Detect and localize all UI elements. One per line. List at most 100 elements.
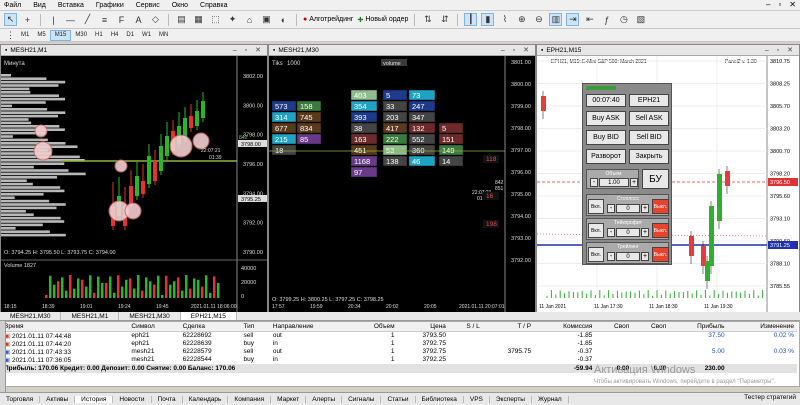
tab-1[interactable]: Активы [40,395,76,403]
zoom-out-icon[interactable]: ⊖ [532,13,545,26]
tab-5[interactable]: Календарь [183,395,229,403]
strategy-icon[interactable]: ◐ [277,13,290,26]
volume-minus-button[interactable]: - [590,178,598,187]
text-icon[interactable]: A [132,13,145,26]
toolbox-side-tab[interactable] [0,321,6,392]
chart-shift-icon[interactable]: ⇤ [583,13,596,26]
terminal-icon[interactable]: ▣ [260,13,273,26]
takeprofit-on-button[interactable]: Вкл. [588,223,604,238]
timeframe-m30[interactable]: M30 [71,30,91,41]
menu-item-4[interactable]: Сервис [136,2,160,9]
timeframe-h4[interactable]: H4 [107,30,123,41]
trailing-off-button[interactable]: Выкл. [652,247,669,262]
tab-4[interactable]: Почта [152,395,183,403]
stoploss-plus-button[interactable]: + [641,204,649,213]
depth-icon[interactable]: ⇅ [421,13,434,26]
candle-chart-icon[interactable]: ▮ [481,13,495,26]
trailing-input[interactable]: 0 [616,252,640,261]
maximize-icon[interactable]: ▫ [778,0,781,9]
bar-chart-icon[interactable]: ┃ [464,13,478,26]
column-header-5[interactable]: Объем [351,322,398,332]
fibo-icon[interactable]: F [115,13,128,26]
column-header-8[interactable]: T / P [482,322,535,332]
menu-item-3[interactable]: Графики [96,2,124,9]
profiles-icon[interactable]: ⬚ [209,13,222,26]
window-buttons[interactable]: – ▫ ✕ [233,46,264,54]
close-icon[interactable]: ✕ [789,0,796,9]
column-header-10[interactable]: Своп [595,322,633,332]
column-header-3[interactable]: Тип [240,322,270,332]
minimize-icon[interactable]: – [766,0,770,9]
chart-window-mesh21-m30[interactable]: ▪ MESH21,M30– ▫ ✕ Tiks 1000 volume 3801.00 38… [268,44,536,312]
cursor-icon[interactable]: ↖ [4,13,17,26]
table-row[interactable]: ▣ 2021.01.11 07:44:20 eph21 62228639 buy in 1… [1,340,797,348]
takeprofit-minus-button[interactable]: - [607,228,615,237]
tab-8[interactable]: Алерты [306,395,343,403]
horizontal-line-icon[interactable]: — [64,13,77,26]
menu-item-0[interactable]: Файл [4,2,21,9]
templates-icon[interactable]: ▦ [192,13,205,26]
close-position-button[interactable]: Закрыть [629,149,669,164]
column-header-13[interactable]: Изменение [727,322,797,332]
buy-ask-button[interactable]: Buy ASK [586,111,626,126]
period-icon[interactable]: ◷ [617,13,630,26]
strategy-tester-link[interactable]: Тестер стратегий [744,394,796,401]
stoploss-on-button[interactable]: Вкл. [588,199,604,214]
trailing-on-button[interactable]: Вкл. [588,247,604,262]
panel-drag-handle[interactable] [586,86,616,90]
timeframe-h1[interactable]: H1 [91,30,107,41]
column-header-0[interactable]: Время [1,322,129,332]
column-header-4[interactable]: Направление [269,322,352,332]
tab-2[interactable]: История [75,395,114,403]
reverse-button[interactable]: Разворот [586,149,626,164]
column-header-6[interactable]: Цена [397,322,449,332]
tab-11[interactable]: Библиотека [416,395,464,403]
chart-window-mesh21-m1[interactable]: ▪ MESH21,M1– ▫ ✕ Минута 3802.00 3800.00 3798… [0,44,268,312]
menu-item-1[interactable]: Вид [33,2,46,9]
stoploss-off-button[interactable]: Выкл. [652,199,669,214]
stoploss-input[interactable]: 0 [616,204,640,213]
vertical-line-icon[interactable]: | [47,13,60,26]
timeframe-d1[interactable]: D1 [122,30,138,41]
channel-icon[interactable]: ≡ [98,13,111,26]
chart-tab-3[interactable]: EPH21,M15 [180,312,237,320]
takeprofit-off-button[interactable]: Выкл. [652,223,669,238]
window-buttons[interactable]: – ▫ ✕ [765,46,796,54]
indicators-icon[interactable]: ƒ [600,13,613,26]
tab-6[interactable]: Компания [228,395,272,403]
timeframe-w1[interactable]: W1 [138,30,155,41]
market-watch-icon[interactable]: ✦ [226,13,239,26]
zoom-in-icon[interactable]: ⊕ [515,13,528,26]
chart-tab-2[interactable]: MESH21,M30 [119,312,181,320]
table-row[interactable]: ▣ 2021.01.11 07:36:05 mesh21 62228544 buy in… [1,356,797,364]
trailing-minus-button[interactable]: - [607,252,615,261]
takeprofit-plus-button[interactable]: + [641,228,649,237]
tab-0[interactable]: Торговля [0,395,41,403]
template-icon[interactable]: ▧ [634,13,647,26]
column-header-2[interactable]: Сделка [179,322,241,332]
takeprofit-input[interactable]: 0 [616,228,640,237]
stoploss-minus-button[interactable]: - [607,204,615,213]
tab-13[interactable]: Эксперты [490,395,532,403]
menu-item-5[interactable]: Окно [172,2,188,9]
table-row[interactable]: ▣ 2021.01.11 07:44:48 eph21 62228692 sell ou… [1,331,797,340]
column-header-9[interactable]: Комиссия [534,322,596,332]
trailing-plus-button[interactable]: + [641,252,649,261]
chart-plot-area[interactable]: Tiks 1000 volume 3801.00 3800.00 3799.00 3798.… [269,56,535,312]
timeframe-m5[interactable]: M5 [33,30,49,41]
tab-12[interactable]: VPS [464,395,490,403]
shapes-icon[interactable]: ◇ [149,13,162,26]
tab-9[interactable]: Сигналы [342,395,382,403]
chart-tab-0[interactable]: MESH21,M30 [0,312,62,320]
line-chart-icon[interactable]: ⌇ [498,13,511,26]
volume-plus-button[interactable]: + [630,178,638,187]
sell-bid-button[interactable]: Sell BID [629,130,669,145]
tile-icon[interactable]: ▥ [549,13,563,26]
autoscroll-icon[interactable]: ⇥ [566,13,580,26]
tab-3[interactable]: Новости [113,395,152,403]
menu-item-6[interactable]: Справка [200,2,227,9]
column-header-1[interactable]: Символ [128,322,180,332]
menu-item-2[interactable]: Вставка [58,2,84,9]
navigator-icon[interactable]: ⌂ [243,13,256,26]
chart-tab-1[interactable]: MESH21,M1 [61,312,120,320]
